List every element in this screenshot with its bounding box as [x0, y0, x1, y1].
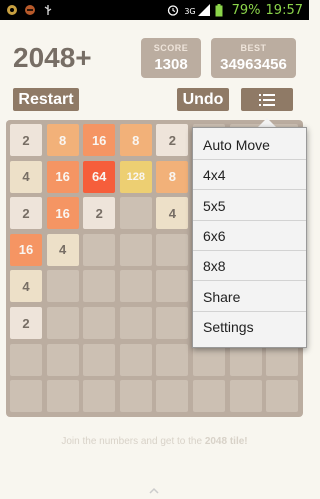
- tile: 128: [119, 160, 152, 193]
- empty-cell: [119, 270, 152, 303]
- empty-cell: [46, 270, 79, 303]
- usb-icon: [42, 4, 54, 16]
- tile: 2: [156, 124, 189, 156]
- empty-cell: [156, 343, 189, 376]
- empty-cell: [156, 380, 189, 413]
- undo-button[interactable]: Undo: [177, 88, 229, 111]
- overflow-menu: Auto Move 4x4 5x5 6x6 8x8 Share Settings: [192, 127, 307, 348]
- best-label: BEST: [240, 43, 267, 53]
- empty-cell: [46, 307, 79, 339]
- menu-item-auto-move[interactable]: Auto Move: [193, 131, 306, 160]
- scroll-indicator-icon: [148, 481, 160, 494]
- empty-cell: [83, 233, 116, 266]
- tile: 8: [156, 160, 189, 193]
- menu-list-icon: [259, 93, 275, 106]
- tile: 2: [10, 197, 42, 230]
- tile: 16: [46, 160, 79, 193]
- menu-item-5x5[interactable]: 5x5: [193, 192, 306, 221]
- clock-time: 19:57: [265, 2, 303, 18]
- battery-percent: 79%: [231, 2, 261, 18]
- tile: 16: [10, 233, 42, 266]
- tile: 2: [83, 197, 116, 230]
- menu-item-share[interactable]: Share: [193, 283, 306, 312]
- empty-cell: [119, 233, 152, 266]
- empty-cell: [10, 343, 42, 376]
- tile: 8: [46, 124, 79, 156]
- empty-cell: [119, 307, 152, 339]
- tile: 64: [83, 160, 116, 193]
- menu-item-6x6[interactable]: 6x6: [193, 222, 306, 251]
- empty-cell: [119, 197, 152, 230]
- tile: 4: [10, 160, 42, 193]
- empty-cell: [10, 380, 42, 413]
- empty-cell: [83, 380, 116, 413]
- score-label: SCORE: [153, 43, 189, 53]
- tile: 4: [10, 270, 42, 303]
- tile: 16: [83, 124, 116, 156]
- signal-icon: 3G: [184, 4, 210, 16]
- score-box: SCORE 1308: [141, 38, 201, 78]
- tile: 2: [10, 124, 42, 156]
- status-right: 3G 79% 19:57: [167, 3, 309, 18]
- empty-cell: [229, 343, 262, 376]
- restart-button[interactable]: Restart: [13, 88, 79, 111]
- empty-cell: [193, 380, 225, 413]
- status-left: [0, 4, 54, 16]
- empty-cell: [83, 343, 116, 376]
- menu-item-settings[interactable]: Settings: [193, 313, 306, 342]
- best-score-box: BEST 34963456: [211, 38, 296, 78]
- game-title: 2048+: [13, 42, 92, 73]
- empty-cell: [119, 343, 152, 376]
- menu-item-4x4[interactable]: 4x4: [193, 161, 306, 191]
- footer-text: Join the numbers and get to the: [61, 436, 205, 447]
- battery-icon: [215, 4, 227, 17]
- empty-cell: [193, 343, 225, 376]
- tile: 4: [46, 233, 79, 266]
- empty-cell: [266, 343, 299, 376]
- best-value: 34963456: [220, 56, 287, 73]
- status-bar: 3G 79% 19:57: [0, 0, 309, 20]
- empty-cell: [83, 307, 116, 339]
- score-value: 1308: [154, 56, 188, 73]
- menu-item-8x8[interactable]: 8x8: [193, 252, 306, 282]
- tile: 2: [10, 307, 42, 339]
- empty-cell: [156, 270, 189, 303]
- empty-cell: [266, 380, 299, 413]
- tile: 16: [46, 197, 79, 230]
- empty-cell: [119, 380, 152, 413]
- tile: 8: [119, 124, 152, 156]
- network-type-label: 3G: [184, 7, 196, 16]
- empty-cell: [46, 380, 79, 413]
- tile: 4: [156, 197, 189, 230]
- app-notification-icon: [6, 4, 18, 16]
- empty-cell: [229, 380, 262, 413]
- empty-cell: [46, 343, 79, 376]
- footer-hint: Join the numbers and get to the 2048 til…: [0, 436, 309, 447]
- alarm-icon: [167, 4, 179, 16]
- overflow-menu-button[interactable]: [241, 88, 293, 111]
- app-notification-icon-2: [24, 4, 36, 16]
- dropdown-pointer: [258, 118, 276, 127]
- empty-cell: [83, 270, 116, 303]
- empty-cell: [156, 307, 189, 339]
- empty-cell: [156, 233, 189, 266]
- footer-highlight: 2048 tile!: [204, 436, 248, 447]
